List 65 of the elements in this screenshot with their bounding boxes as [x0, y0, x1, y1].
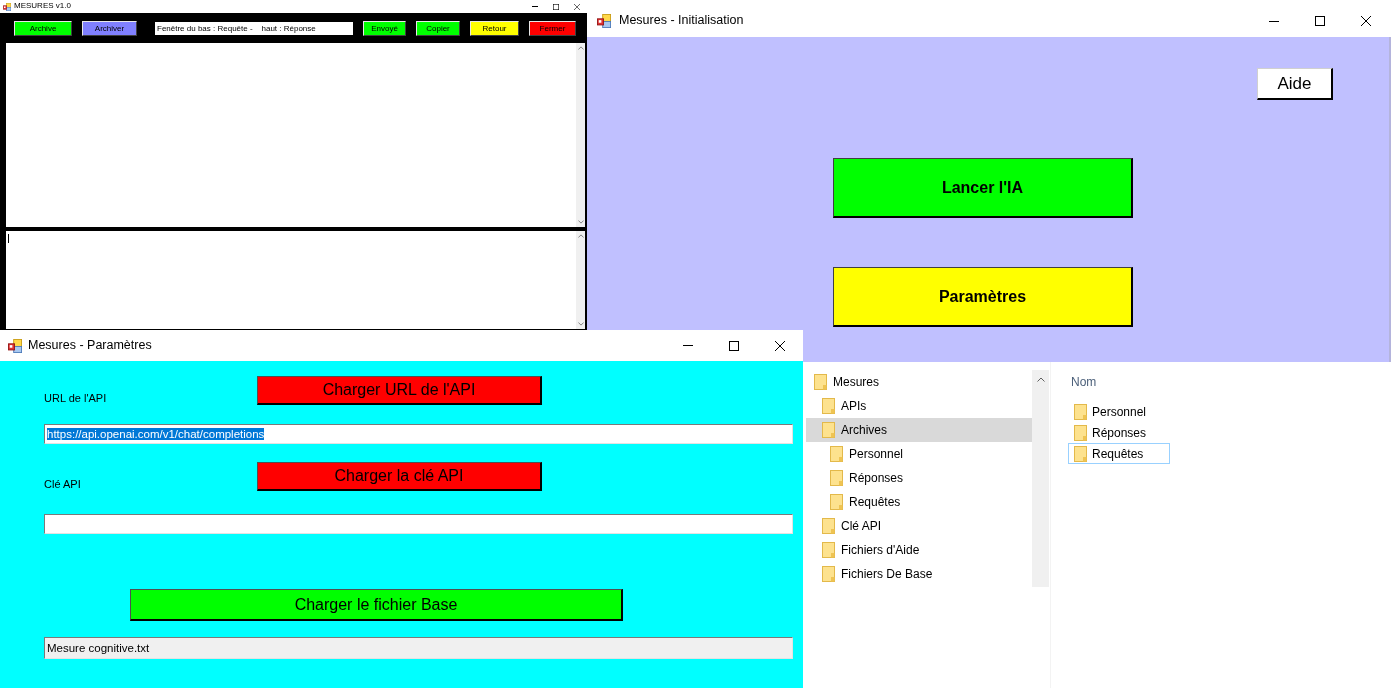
folder-icon [814, 374, 827, 390]
load-url-button[interactable]: Charger URL de l'API [257, 376, 542, 405]
folder-icon [822, 398, 835, 414]
tree-item[interactable]: Fichiers De Base [806, 562, 1032, 586]
minimize-icon [531, 6, 538, 7]
field-label: URL de l'API [44, 392, 108, 405]
scroll-down-icon[interactable] [577, 220, 584, 224]
scrollbar[interactable] [576, 231, 585, 329]
list-item[interactable]: Réponses [1068, 422, 1170, 443]
load-base-file-button[interactable]: Charger le fichier Base [130, 589, 623, 621]
scroll-up-icon[interactable] [577, 234, 584, 238]
folder-icon [822, 566, 835, 582]
settings-button[interactable]: Paramètres [833, 267, 1133, 327]
scroll-up-icon[interactable] [577, 46, 584, 50]
file-name-field[interactable]: Mesure cognitive.txt [44, 637, 793, 659]
toolbar-button[interactable]: Retour [470, 20, 519, 36]
close-icon [1361, 16, 1371, 26]
close-icon [573, 3, 580, 10]
maximize-icon [1315, 16, 1325, 26]
app-icon [597, 14, 611, 28]
scroll-up-icon[interactable] [1036, 377, 1045, 382]
column-header[interactable]: Nom [1068, 370, 1097, 394]
toolbar-button[interactable]: Copier [416, 20, 460, 36]
url-field[interactable]: https://api.openai.com/v1/chat/completions [44, 424, 793, 444]
folder-icon [1074, 403, 1087, 420]
folder-icon [822, 518, 835, 534]
folder-icon [830, 494, 843, 510]
tree-item[interactable]: Requêtes [806, 490, 1032, 514]
close-icon [775, 340, 785, 351]
app-icon [8, 338, 22, 353]
toolbar-button[interactable]: Archive [14, 20, 72, 36]
help-button[interactable]: Aide [1257, 68, 1333, 100]
folder-icon [822, 422, 835, 438]
list-item[interactable]: Requêtes [1068, 443, 1170, 464]
tree-item[interactable]: APIs [806, 394, 1032, 418]
maximize-icon [729, 340, 739, 351]
minimize-icon [1269, 20, 1279, 22]
load-key-button[interactable]: Charger la clé API [257, 462, 542, 491]
api-key-field[interactable] [44, 514, 793, 534]
scroll-down-icon[interactable] [577, 322, 584, 326]
maximize-icon [552, 3, 559, 10]
toolbar-button[interactable]: Envoyé [363, 20, 406, 36]
tree-item[interactable]: Clé API [806, 514, 1032, 538]
tree-item[interactable]: Personnel [806, 442, 1032, 466]
window-title: Mesures - Paramètres [28, 338, 153, 353]
toolbar-button[interactable]: Archiver [82, 20, 137, 36]
tree-item[interactable]: Réponses [806, 466, 1032, 490]
info-field[interactable]: Fenêtre du bas : Requête - haut : Réponse [155, 21, 353, 35]
field-label: Clé API [44, 478, 82, 491]
window-title: Mesures - Initialisation [619, 14, 745, 28]
scrollbar[interactable] [1032, 370, 1049, 587]
list-item[interactable]: Personnel [1068, 401, 1170, 422]
folder-icon [822, 542, 835, 558]
tree-item[interactable]: Fichiers d'Aide [806, 538, 1032, 562]
folder-icon [1074, 445, 1087, 462]
folder-icon [830, 470, 843, 486]
tree-item[interactable]: Mesures [806, 370, 1032, 394]
window-title: MESURES v1.0 [14, 2, 72, 11]
tree-item[interactable]: Archives [806, 418, 1032, 442]
launch-button[interactable]: Lancer l'IA [833, 158, 1133, 218]
minimize-icon [683, 345, 693, 346]
scrollbar[interactable] [576, 43, 585, 227]
folder-icon [830, 446, 843, 462]
toolbar-button[interactable]: Fermer [529, 20, 576, 36]
folder-icon [1074, 424, 1087, 441]
